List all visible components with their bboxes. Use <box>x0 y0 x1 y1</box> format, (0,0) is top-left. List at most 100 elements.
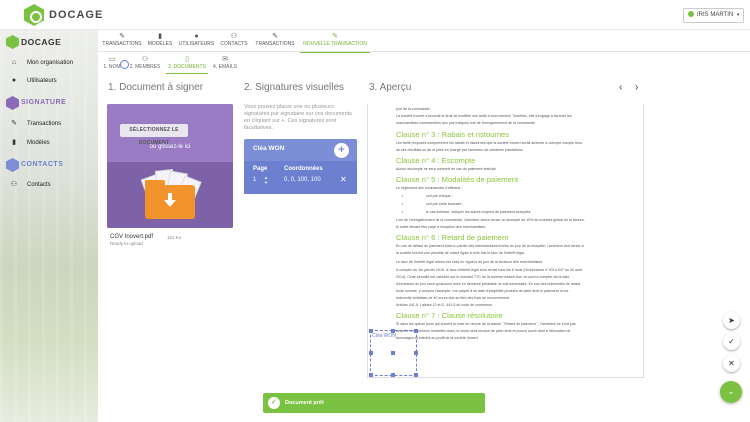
preview-text-line: indemnité forfaitaire de 40 euros due au… <box>396 296 511 300</box>
tab-modeles[interactable]: ▮ MODÈLES <box>146 32 174 52</box>
sidebar-item-utilisateurs[interactable]: ● Utilisateurs <box>10 76 96 88</box>
validate-button[interactable]: ✓ <box>723 333 740 350</box>
chevron-down-icon: ▾ <box>736 12 740 18</box>
tab-label: NOUVELLE TRANSACTION <box>303 41 367 47</box>
send-icon: ➤ <box>728 316 735 325</box>
preview-clause-title: Clause n° 3 : Rabais et ristournes <box>396 130 510 139</box>
sidebar-item-transactions[interactable]: ✎ Transactions <box>10 119 96 131</box>
preview-text-line: Le taux de l'intérêt légal retenu est ce… <box>396 260 544 264</box>
resize-handle[interactable] <box>414 351 418 355</box>
preview-text-line: d'échéance du prix sans qu'aucune mise e… <box>396 282 582 286</box>
step-documents[interactable]: ▯ 3. DOCUMENTS <box>166 55 208 74</box>
preview-text-line: marchandises commandées aux prix indiqué… <box>396 121 536 125</box>
docage-logo-icon <box>24 4 44 26</box>
coords-value[interactable]: 0, 0, 100, 100 <box>284 177 321 183</box>
resize-handle[interactable] <box>369 351 373 355</box>
page-stepper-icon[interactable]: ▲ ▼ <box>264 175 268 185</box>
tab-contacts[interactable]: ⚇ CONTACTS <box>219 32 249 52</box>
signature-placeholder-label: Cléa WON <box>372 333 396 339</box>
contacts-hex-icon <box>6 158 19 172</box>
preview-text-line: Articles 441-6, I alinéa 12 et D. 441-5 … <box>396 303 493 307</box>
user-menu[interactable]: IRIS MARTIN ▾ <box>683 8 745 23</box>
resize-handle[interactable] <box>369 329 373 333</box>
preview-text-line: jour de la commande. <box>396 107 431 111</box>
toast-message: Document prêt <box>285 400 324 406</box>
remove-signature-icon[interactable]: ✕ <box>340 175 347 184</box>
preview-text-line: La société Inovert s'accorde le droit de… <box>396 114 572 118</box>
docage-logo-icon <box>6 35 19 49</box>
chevron-down-icon: ⌄ <box>727 387 735 396</box>
move-handle[interactable] <box>391 351 395 355</box>
sidebar-section-label: CONTACTS <box>21 161 64 168</box>
sidebar-brand: DOCAGE <box>6 35 96 49</box>
step-label: 2. MEMBRES <box>129 64 161 70</box>
resize-handle[interactable] <box>391 373 395 377</box>
cancel-button[interactable]: ✕ <box>723 355 740 372</box>
preview-text-line: Aucun escompte ne sera consenti en cas d… <box>396 167 497 171</box>
coords-label: Coordonnées <box>284 166 323 172</box>
sidebar-item-contacts[interactable]: ⚇ Contacts <box>10 180 96 192</box>
preview-text-line: Si dans les quinze jours qui suivent la … <box>396 322 576 326</box>
user-name: IRIS MARTIN <box>697 12 734 18</box>
sidebar-item-mon-organisation[interactable]: ⌂ Mon organisation <box>10 58 96 70</box>
resize-handle[interactable] <box>391 329 395 333</box>
sidebar-item-modeles[interactable]: ▮ Modèles <box>10 138 96 150</box>
preview-clause-title: Clause n° 4 : Escompte <box>396 156 476 165</box>
signer-card: Cléa WON + Page Coordonnées 1 ▲ ▼ 0, 0, 1… <box>244 139 357 194</box>
tab-nouvelle-transaction[interactable]: ✎ NOUVELLE TRANSACTION <box>300 32 370 53</box>
previous-page-button[interactable]: ‹ <box>619 82 622 93</box>
id-card-icon: ▭ <box>108 56 116 63</box>
bookmark-icon: ▮ <box>12 139 16 146</box>
sidebar-item-label: Utilisateurs <box>27 78 57 84</box>
step-label: 4. EMAILS <box>213 64 237 70</box>
tab-label: TRANSACTIONS <box>102 41 142 47</box>
send-button[interactable]: ➤ <box>723 312 740 329</box>
step-nom[interactable]: ▭ 1. NOM <box>102 55 122 73</box>
home-icon: ⌂ <box>11 59 17 66</box>
signature-hex-icon <box>6 96 19 110</box>
next-page-button[interactable]: › <box>635 82 638 93</box>
file-status: Ready to upload <box>110 241 143 246</box>
preview-text-line: la société Inovert une pénalité de retar… <box>396 251 525 255</box>
resize-handle[interactable] <box>369 373 373 377</box>
step-emails[interactable]: ✉ 4. EMAILS <box>212 55 238 73</box>
expand-menu-button[interactable]: ⌄ <box>720 381 742 403</box>
tab-transactions-2[interactable]: ✎ TRANSACTIONS <box>253 32 297 52</box>
preview-text-line: A compter du 1er janvier 2015, le taux d… <box>396 268 582 272</box>
close-icon: ✕ <box>728 359 735 368</box>
preview-bullet-text: soit par chèque ; <box>426 194 453 198</box>
add-signature-button[interactable]: + <box>334 143 349 158</box>
main-tabs: ✎ TRANSACTIONS ▮ MODÈLES ● UTILISATEURS ⚇ CO… <box>98 30 750 53</box>
step-label: 3. DOCUMENTS <box>168 64 206 70</box>
step-membres[interactable]: ⚇ 2. MEMBRES <box>128 55 162 73</box>
signature-placement-box[interactable]: Cléa WON <box>369 329 418 377</box>
sidebar-item-label: Contacts <box>27 182 51 188</box>
sidebar-brand-text: DOCAGE <box>21 37 62 47</box>
preview-text-line: toute somme, y compris l'acompte, non pa… <box>396 289 569 293</box>
tab-utilisateurs[interactable]: ● UTILISATEURS <box>177 32 216 52</box>
check-icon: ✓ <box>268 397 280 409</box>
preview-text-line: Les tarifs proposés comprennent les raba… <box>396 141 583 145</box>
resize-handle[interactable] <box>414 329 418 333</box>
pen-icon: ✎ <box>332 33 338 40</box>
preview-bullet-text: soit par carte bancaire ; <box>426 202 464 206</box>
section-title-signatures: 2. Signatures visuelles <box>244 82 345 93</box>
mail-icon: ✉ <box>222 56 228 63</box>
preview-bullet: • <box>402 210 404 214</box>
wizard-steps: ▭ 1. NOM ⚇ 2. MEMBRES ▯ 3. DOCUMENTS ✉ 4. EM… <box>98 52 750 74</box>
tab-label: TRANSACTIONS <box>255 41 295 47</box>
select-document-button[interactable]: SÉLECTIONNEZ LE DOCUMENT <box>120 124 188 146</box>
tab-transactions[interactable]: ✎ TRANSACTIONS <box>100 32 144 52</box>
resize-handle[interactable] <box>414 373 418 377</box>
preview-bullet: • <box>402 202 404 206</box>
page-value[interactable]: 1 <box>253 177 256 183</box>
preview-text-line: de ses résultats ou de la prise en charg… <box>396 148 524 152</box>
preview-text-line: 2014). Cette pénalité est calculée sur l… <box>396 275 570 279</box>
section-title-document: 1. Document à signer <box>108 82 204 93</box>
app-logo-text: DOCAGE <box>49 9 104 21</box>
signatures-help-text: Vous pouvez placer une ou plusieurs sign… <box>244 104 352 131</box>
user-icon: ● <box>194 33 199 40</box>
user-status-icon <box>688 11 694 17</box>
bookmark-icon: ▮ <box>158 33 162 40</box>
file-name: CGV Inovert.pdf <box>110 234 154 240</box>
